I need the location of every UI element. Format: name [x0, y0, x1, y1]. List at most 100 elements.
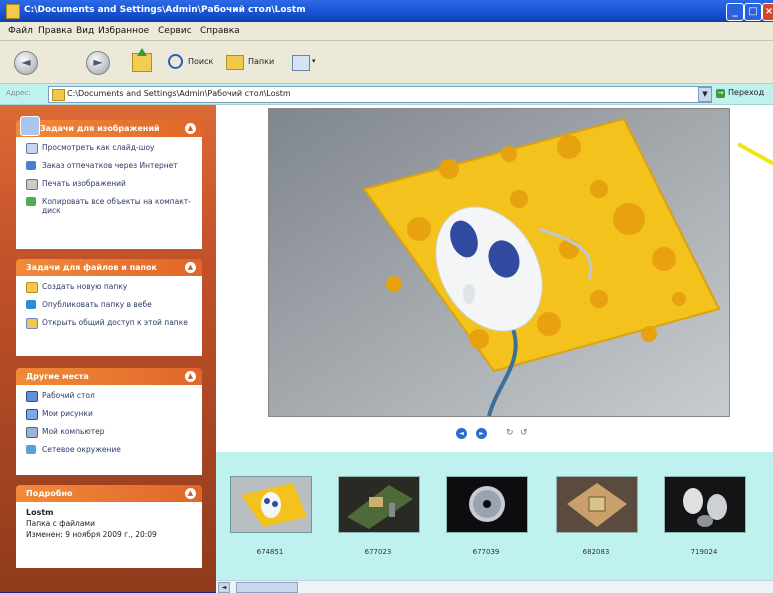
cd-thumbnail	[447, 477, 527, 532]
views-button[interactable]: ▾	[292, 51, 320, 73]
rotate-counterclockwise-icon[interactable]: ↺	[520, 428, 530, 438]
desktop-icon	[26, 391, 38, 402]
maximize-button[interactable]: □	[744, 3, 762, 21]
rotate-clockwise-icon[interactable]: ↻	[506, 428, 516, 438]
next-image-button[interactable]: ►	[476, 428, 487, 439]
address-label: Адрес:	[6, 89, 31, 97]
go-arrow-icon: →	[716, 89, 725, 98]
collapse-icon[interactable]: ▲	[185, 488, 196, 499]
task-print[interactable]: Печать изображений	[26, 179, 196, 193]
forward-arrow-icon: ►	[93, 55, 103, 69]
panel-header-details[interactable]: Подробно ▲	[16, 485, 202, 502]
menu-file[interactable]: Файл	[8, 26, 33, 36]
place-my-computer[interactable]: Мой компьютер	[26, 427, 196, 441]
title-bar[interactable]: C:\Documents and Settings\Admin\Рабочий …	[0, 0, 773, 22]
task-copy-to-cd[interactable]: Копировать все объекты на компакт-диск	[26, 197, 196, 215]
thumbnail-1[interactable]	[230, 476, 312, 533]
panel-title: Подробно	[26, 489, 73, 498]
panel-header-file-tasks[interactable]: Задачи для файлов и папок ▲	[16, 259, 202, 276]
thumbnail-label: 677023	[364, 548, 392, 556]
collapse-icon[interactable]: ▲	[185, 262, 196, 273]
task-publish-web[interactable]: Опубликовать папку в вебе	[26, 300, 196, 314]
place-my-pictures[interactable]: Мои рисунки	[26, 409, 196, 423]
back-button[interactable]: ◄	[14, 51, 38, 75]
panel-title: Задачи для файлов и папок	[26, 263, 157, 272]
scrollbar-thumb[interactable]	[236, 582, 298, 593]
toolbar: ◄ ► Поиск Папки ▾	[0, 41, 773, 84]
search-button[interactable]: Поиск	[166, 51, 216, 73]
detail-modified: Изменен: 9 ноября 2009 г., 20:09	[26, 530, 157, 539]
address-field[interactable]: C:\Documents and Settings\Admin\Рабочий …	[48, 86, 712, 103]
forward-button[interactable]: ►	[86, 51, 110, 75]
network-icon	[26, 445, 36, 454]
go-button[interactable]: → Переход	[716, 88, 764, 98]
thumbnail-3[interactable]	[446, 476, 528, 533]
picture-icon	[20, 116, 40, 136]
task-order-prints[interactable]: Заказ отпечатков через Интернет	[26, 161, 196, 175]
panel-header-other-places[interactable]: Другие места ▲	[16, 368, 202, 385]
detail-type: Папка с файлами	[26, 519, 95, 528]
place-label: Мой компьютер	[42, 427, 105, 436]
minimize-button[interactable]: _	[726, 3, 744, 21]
thumbnail-2[interactable]	[338, 476, 420, 533]
menu-favorites[interactable]: Избранное	[98, 26, 149, 36]
filmstrip: 674851 677023 677039 682083 719024	[216, 452, 773, 580]
address-dropdown-button[interactable]: ▼	[698, 87, 712, 102]
place-label: Рабочий стол	[42, 391, 95, 400]
task-label: Опубликовать папку в вебе	[42, 300, 152, 309]
task-label: Заказ отпечатков через Интернет	[42, 161, 178, 170]
panel-details: Подробно ▲ Lostm Папка с файлами Изменен…	[16, 485, 202, 568]
collapse-icon[interactable]: ▲	[185, 371, 196, 382]
circuit-board-thumbnail	[339, 477, 419, 532]
panel-other-places: Другие места ▲ Рабочий стол Мои рисунки …	[16, 368, 202, 475]
publish-web-icon	[26, 300, 36, 309]
panel-title: Задачи для изображений	[40, 124, 160, 133]
image-preview[interactable]	[268, 108, 730, 417]
address-value: C:\Documents and Settings\Admin\Рабочий …	[67, 89, 291, 98]
horizontal-scrollbar[interactable]: ◄	[216, 580, 773, 593]
menu-view[interactable]: Вид	[76, 26, 94, 36]
address-bar: Адрес: C:\Documents and Settings\Admin\Р…	[0, 84, 773, 105]
menu-help[interactable]: Справка	[200, 26, 240, 36]
menu-edit[interactable]: Правка	[38, 26, 72, 36]
folder-up-icon[interactable]	[132, 48, 152, 72]
thumbnail-label: 682083	[582, 548, 610, 556]
panel-body: Lostm Папка с файлами Изменен: 9 ноября …	[16, 502, 202, 568]
go-label: Переход	[728, 88, 765, 97]
panel-file-tasks: Задачи для файлов и папок ▲ Создать нову…	[16, 259, 202, 356]
annotation-arrow	[737, 142, 773, 166]
task-label: Печать изображений	[42, 179, 126, 188]
share-folder-icon	[26, 318, 38, 329]
task-slideshow[interactable]: Просмотреть как слайд-шоу	[26, 143, 196, 157]
thumbnail-5[interactable]	[664, 476, 746, 533]
folders-button[interactable]: Папки	[226, 51, 278, 73]
task-label: Просмотреть как слайд-шоу	[42, 143, 155, 152]
close-button[interactable]: ×	[762, 3, 773, 21]
folders-label: Папки	[248, 57, 275, 66]
collapse-icon[interactable]: ▲	[185, 123, 196, 134]
views-icon	[292, 55, 310, 71]
mice-thumbnail	[665, 477, 745, 532]
scroll-left-button[interactable]: ◄	[218, 582, 230, 593]
panel-header-image-tasks[interactable]: Задачи для изображений ▲	[16, 116, 202, 137]
place-network[interactable]: Сетевое окружение	[26, 445, 196, 459]
detail-name: Lostm	[26, 508, 54, 517]
explorer-window: C:\Documents and Settings\Admin\Рабочий …	[0, 0, 773, 593]
panel-title: Другие места	[26, 372, 89, 381]
my-pictures-icon	[26, 409, 38, 420]
previous-image-button[interactable]: ◄	[456, 428, 467, 439]
slideshow-icon	[26, 143, 38, 154]
thumbnail-label: 674851	[256, 548, 284, 556]
task-label: Открыть общий доступ к этой папке	[42, 318, 188, 327]
chevron-down-icon: ▾	[312, 57, 316, 65]
folders-icon	[226, 55, 244, 70]
task-share-folder[interactable]: Открыть общий доступ к этой папке	[26, 318, 196, 332]
menu-tools[interactable]: Сервис	[158, 26, 192, 36]
cd-copy-icon	[26, 197, 36, 206]
task-new-folder[interactable]: Создать новую папку	[26, 282, 196, 296]
menu-bar: Файл Правка Вид Избранное Сервис Справка	[0, 22, 773, 41]
thumbnail-4[interactable]	[556, 476, 638, 533]
place-desktop[interactable]: Рабочий стол	[26, 391, 196, 405]
search-icon	[168, 54, 183, 69]
cpu-thumbnail	[557, 477, 637, 532]
